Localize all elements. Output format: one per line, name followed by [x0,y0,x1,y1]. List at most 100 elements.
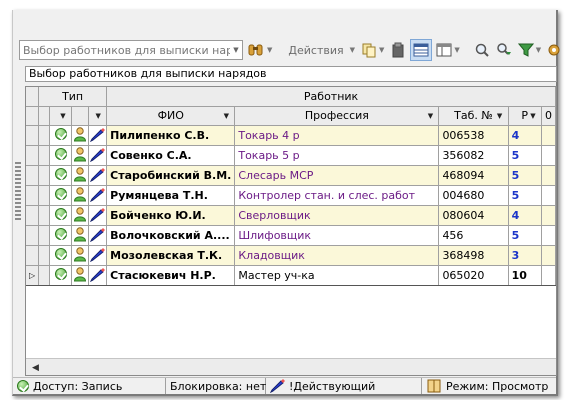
rank-cell[interactable]: 4 [508,205,542,226]
rank-cell[interactable]: 4 [508,125,542,146]
rank-cell[interactable]: 10 [508,264,542,286]
profession-cell[interactable]: Токарь 4 р [234,125,440,146]
tab-number-cell[interactable]: 080604 [438,205,509,226]
columns-button[interactable]: ▼ [434,39,461,61]
tab-number-cell[interactable]: 065020 [438,264,509,286]
row-indicator[interactable] [26,185,40,206]
column-header-profession[interactable]: Профессия ▼ [234,106,440,126]
table-row[interactable]: ▷ Стасюкевич Н.Р. Мастер уч-ка 065020 10 [26,264,556,286]
chevron-down-icon[interactable]: ▼ [424,110,436,122]
table-row[interactable]: Румянцева Т.Н. Контролер стан. и слес. ра… [26,185,556,206]
row-indicator[interactable]: ▷ [26,264,40,286]
chevron-down-icon[interactable]: ▼ [527,110,539,122]
column-header-rank[interactable]: Р ▼ [508,106,542,126]
chevron-down-icon[interactable]: ▼ [92,110,104,122]
rank-cell[interactable]: 3 [508,245,542,266]
actions-menu-button[interactable]: Действия ▼ [284,39,357,61]
fio-cell[interactable]: Стасюкевич Н.Р. [106,264,236,286]
tab-number-cell[interactable]: 468094 [438,165,509,186]
person-cell[interactable] [71,264,90,286]
status-cell[interactable] [49,185,72,206]
extra-cell[interactable] [541,205,556,226]
status-cell[interactable] [49,225,72,246]
fio-cell[interactable]: Старобинский В.М. [106,165,236,186]
extra-cell[interactable] [541,225,556,246]
type-cell[interactable] [88,245,108,266]
table-row[interactable]: Мозолевская Т.К. Кладовщик 368498 3 [26,245,556,266]
clipboard-button[interactable] [388,39,408,61]
person-cell[interactable] [71,145,90,166]
status-cell[interactable] [49,165,72,186]
chevron-down-icon[interactable]: ▼ [494,110,506,122]
status-cell[interactable] [49,264,72,286]
person-cell[interactable] [71,165,90,186]
column-header-status[interactable]: ▼ [49,106,72,126]
type-cell[interactable] [88,264,108,286]
binoculars-button[interactable]: ▼ [245,39,274,61]
profession-cell[interactable]: Мастер уч-ка [234,264,440,286]
type-cell[interactable] [88,185,108,206]
person-cell[interactable] [71,125,90,146]
splitter-grip[interactable] [15,162,21,222]
profession-cell[interactable]: Шлифовщик [234,225,440,246]
profession-cell[interactable]: Сверловщик [234,205,440,226]
chevron-down-icon[interactable]: ▼ [57,110,69,122]
row-indicator[interactable] [26,145,40,166]
tab-number-cell[interactable]: 368498 [438,245,509,266]
row-indicator[interactable] [26,225,40,246]
status-cell[interactable] [49,125,72,146]
table-row[interactable]: Волочковский А.... Шлифовщик 456 5 [26,225,556,246]
tab-number-cell[interactable]: 356082 [438,145,509,166]
row-indicator[interactable] [26,205,40,226]
table-row[interactable]: Старобинский В.М. Слесарь МСР 468094 5 [26,165,556,186]
row-indicator[interactable] [26,245,40,266]
type-cell[interactable] [88,145,108,166]
type-cell[interactable] [88,205,108,226]
filter-button[interactable]: ▼ [516,39,543,61]
profession-cell[interactable]: Слесарь МСР [234,165,440,186]
copy-dropdown-icon[interactable]: ▼ [379,46,384,54]
columns-dropdown-icon[interactable]: ▼ [454,46,459,54]
horizontal-scrollbar[interactable]: ◀ [26,358,556,375]
binoculars-dropdown-icon[interactable]: ▼ [267,46,272,54]
filter-dropdown-icon[interactable]: ▼ [536,46,541,54]
chevron-down-icon[interactable]: ▼ [220,110,232,122]
profession-cell[interactable]: Контролер стан. и слес. работ [234,185,440,206]
column-header-fio[interactable]: ФИО ▼ [106,106,236,126]
rank-cell[interactable]: 5 [508,145,542,166]
extra-cell[interactable] [541,264,556,286]
row-indicator[interactable] [26,165,40,186]
rank-cell[interactable]: 5 [508,185,542,206]
type-cell[interactable] [88,165,108,186]
fio-cell[interactable]: Бойченко Ю.И. [106,205,236,226]
extra-cell[interactable] [541,165,556,186]
status-cell[interactable] [49,245,72,266]
person-cell[interactable] [71,225,90,246]
extra-cell[interactable] [541,145,556,166]
fio-cell[interactable]: Пилипенко С.В. [106,125,236,146]
table-row[interactable]: Совенко С.А. Токарь 5 р 356082 5 [26,145,556,166]
type-cell[interactable] [88,225,108,246]
person-cell[interactable] [71,245,90,266]
rank-cell[interactable]: 5 [508,225,542,246]
column-header-type[interactable]: ▼ [88,106,108,126]
copy-button[interactable]: ▼ [359,39,386,61]
status-cell[interactable] [49,145,72,166]
scroll-left-icon[interactable]: ◀ [32,363,39,373]
column-header-tab[interactable]: Таб. № ▼ [438,106,509,126]
person-cell[interactable] [71,185,90,206]
column-header-extra[interactable]: 0 [541,106,556,126]
extra-cell[interactable] [541,125,556,146]
tab-number-cell[interactable]: 006538 [438,125,509,146]
profession-cell[interactable]: Кладовщик [234,245,440,266]
fio-cell[interactable]: Волочковский А.... [106,225,236,246]
fio-cell[interactable]: Румянцева Т.Н. [106,185,236,206]
settings-button[interactable] [545,39,563,61]
search-filter-button[interactable] [494,39,514,61]
table-row[interactable]: Пилипенко С.В. Токарь 4 р 006538 4 [26,125,556,146]
fio-cell[interactable]: Мозолевская Т.К. [106,245,236,266]
extra-cell[interactable] [541,245,556,266]
search-button[interactable] [472,39,492,61]
chevron-down-icon[interactable]: ▼ [230,41,242,59]
rank-cell[interactable]: 5 [508,165,542,186]
